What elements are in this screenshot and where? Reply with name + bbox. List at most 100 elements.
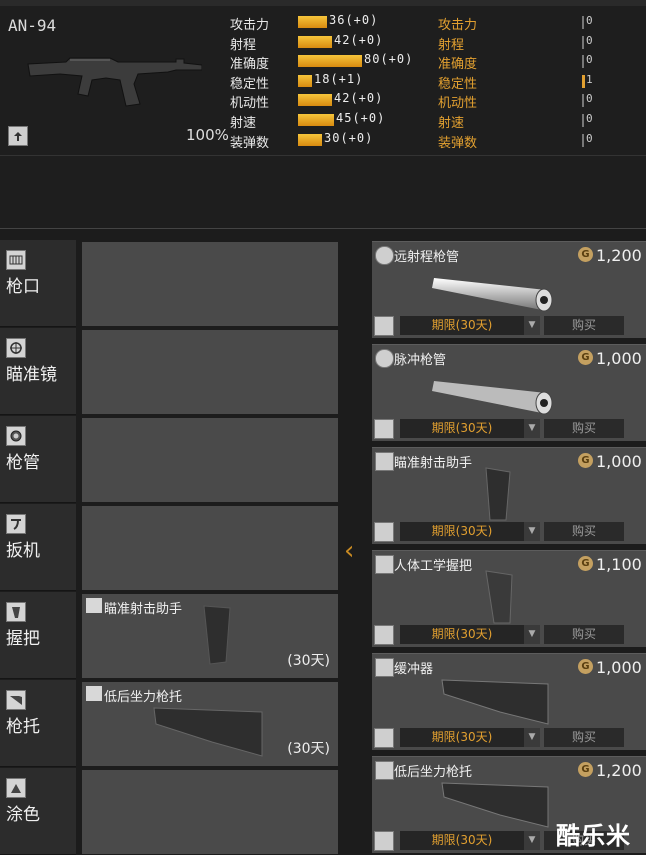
slot-stock[interactable]: 低后坐力枪托 (30天) xyxy=(82,682,338,766)
grip-icon xyxy=(86,598,102,613)
gold-coin-icon: G xyxy=(578,453,593,468)
gift-icon[interactable] xyxy=(8,126,28,146)
slot-grip[interactable]: 瞄准射击助手 (30天) xyxy=(82,594,338,678)
gift-icon[interactable] xyxy=(374,728,394,748)
barrel-icon xyxy=(375,349,394,368)
shop-item-price: 1,100 xyxy=(596,555,642,574)
buy-button[interactable]: 购买 xyxy=(544,728,624,747)
category-label: 枪托 xyxy=(6,717,40,737)
stat-row: 准确度 80(+0) 准确度 0 xyxy=(230,51,630,72)
grip-image xyxy=(485,570,513,624)
gold-coin-icon: G xyxy=(578,350,593,365)
category-trigger[interactable]: 扳机 xyxy=(0,504,76,591)
slot-paint[interactable] xyxy=(82,770,338,854)
chevron-down-icon[interactable]: ▼ xyxy=(524,419,540,438)
stock-icon xyxy=(86,686,102,701)
stock-icon xyxy=(375,658,394,677)
shop-item-name: 低后坐力枪托 xyxy=(394,765,473,780)
chevron-down-icon[interactable]: ▼ xyxy=(524,522,540,541)
slot-scope[interactable] xyxy=(82,330,338,414)
stat-label: 机动性 xyxy=(230,96,270,112)
compare-label: 射速 xyxy=(438,115,465,131)
compare-label: 机动性 xyxy=(438,96,478,112)
equipped-days: (30天) xyxy=(287,741,330,757)
shop-item-price: 1,000 xyxy=(596,452,642,471)
shop-item-actions: 期限(30天) ▼ 购买 xyxy=(372,314,646,338)
shop-item[interactable]: 远射程枪管 G 1,200 期限(30天) ▼ 购买 xyxy=(372,241,646,338)
weapon-name: AN-94 xyxy=(8,16,57,35)
barrel-image xyxy=(432,278,553,312)
category-label: 扳机 xyxy=(6,541,40,561)
stock-icon xyxy=(375,761,394,780)
stat-bar xyxy=(298,55,362,68)
stat-value: 18(+1) xyxy=(314,71,364,86)
stat-value: 45(+0) xyxy=(336,110,386,125)
barrel-icon xyxy=(6,426,26,446)
period-select[interactable]: 期限(30天) xyxy=(400,625,524,644)
gift-icon[interactable] xyxy=(374,522,394,542)
grip-icon xyxy=(375,555,394,574)
compare-value: 0 xyxy=(586,14,593,27)
category-scope[interactable]: 瞄准镜 xyxy=(0,328,76,415)
slot-muzzle[interactable] xyxy=(82,242,338,326)
shop-item-name: 脉冲枪管 xyxy=(394,353,447,368)
stat-value: 36(+0) xyxy=(329,13,379,27)
chevron-down-icon[interactable]: ▼ xyxy=(524,831,540,850)
buy-button[interactable]: 购买 xyxy=(544,419,624,438)
shop-item-actions: 期限(30天) ▼ 购买 xyxy=(372,726,646,750)
period-select[interactable]: 期限(30天) xyxy=(400,728,524,747)
shop-item-name: 远射程枪管 xyxy=(394,250,460,265)
category-muzzle[interactable]: 枪口 xyxy=(0,240,76,327)
gold-coin-icon: G xyxy=(578,556,593,571)
shop-item-name: 瞄准射击助手 xyxy=(394,456,473,471)
stat-value: 42(+0) xyxy=(334,91,384,106)
stats-list: 攻击力 36(+0) 攻击力 0 射程 42(+0) 射程 0 准确度 80(+… xyxy=(230,12,630,151)
stat-label: 攻击力 xyxy=(230,18,270,33)
compare-value: 1 xyxy=(586,72,593,86)
compare-bar xyxy=(582,113,584,127)
chevron-down-icon[interactable]: ▼ xyxy=(524,625,540,644)
chevron-down-icon[interactable]: ▼ xyxy=(524,316,540,335)
category-grip[interactable]: 握把 xyxy=(0,592,76,679)
compare-bar xyxy=(582,35,584,49)
scope-icon xyxy=(6,338,26,358)
slot-barrel[interactable] xyxy=(82,418,338,502)
slot-trigger[interactable] xyxy=(82,506,338,590)
category-paint[interactable]: 涂色 xyxy=(0,768,76,855)
period-select[interactable]: 期限(30天) xyxy=(400,419,524,438)
chevron-down-icon[interactable]: ▼ xyxy=(524,728,540,747)
divider xyxy=(0,155,646,156)
barrel-icon xyxy=(375,246,394,265)
stat-value: 30(+0) xyxy=(324,130,374,145)
period-select[interactable]: 期限(30天) xyxy=(400,316,524,335)
shop-item[interactable]: 人体工学握把 G 1,100 期限(30天) ▼ 购买 xyxy=(372,550,646,647)
chevron-left-icon[interactable]: ‹ xyxy=(344,536,354,566)
equipped-item-name: 瞄准射击助手 xyxy=(104,602,183,617)
compare-bar xyxy=(582,133,584,147)
buy-button[interactable]: 购买 xyxy=(544,316,624,335)
stat-bar xyxy=(298,16,327,28)
shop-item[interactable]: 瞄准射击助手 G 1,000 期限(30天) ▼ 购买 xyxy=(372,447,646,544)
compare-bar xyxy=(582,55,584,69)
stat-bar xyxy=(298,113,334,126)
gift-icon[interactable] xyxy=(374,831,394,851)
category-label: 涂色 xyxy=(6,805,40,825)
buy-button[interactable]: 购买 xyxy=(544,625,624,644)
gift-icon[interactable] xyxy=(374,419,394,439)
stat-label: 射速 xyxy=(230,115,257,131)
compare-label: 攻击力 xyxy=(438,18,478,33)
stat-label: 射程 xyxy=(230,37,257,53)
stock-image xyxy=(153,707,263,757)
gift-icon[interactable] xyxy=(374,316,394,336)
shop-item[interactable]: 缓冲器 G 1,000 期限(30天) ▼ 购买 xyxy=(372,653,646,750)
category-barrel[interactable]: 枪管 xyxy=(0,416,76,503)
shop-item-name: 人体工学握把 xyxy=(394,559,473,574)
gift-icon[interactable] xyxy=(374,625,394,645)
category-stock[interactable]: 枪托 xyxy=(0,680,76,767)
trigger-icon xyxy=(6,514,26,534)
period-select[interactable]: 期限(30天) xyxy=(400,522,524,541)
period-select[interactable]: 期限(30天) xyxy=(400,831,524,850)
shop-item[interactable]: 脉冲枪管 G 1,000 期限(30天) ▼ 购买 xyxy=(372,344,646,441)
shop-item-price: 1,000 xyxy=(596,658,642,677)
buy-button[interactable]: 购买 xyxy=(544,522,624,541)
